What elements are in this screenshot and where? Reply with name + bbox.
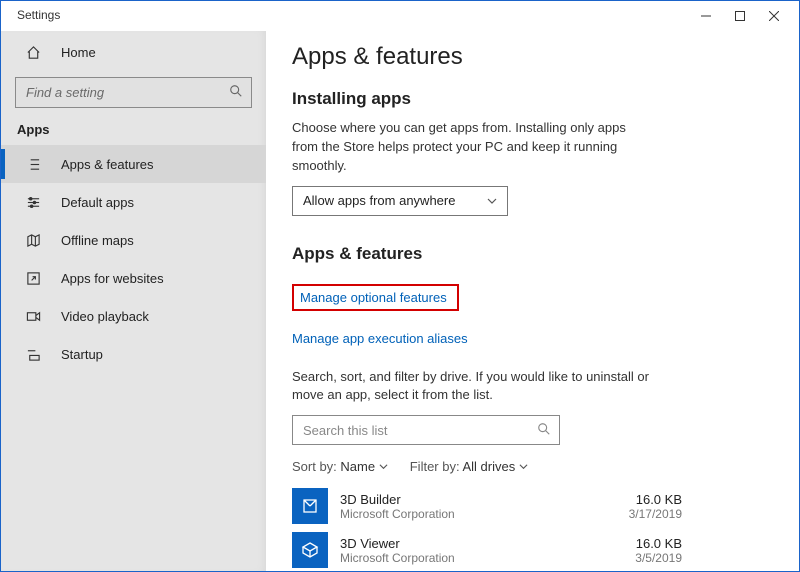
search-icon <box>229 84 243 101</box>
close-button[interactable] <box>757 2 791 30</box>
sidebar-home[interactable]: Home <box>1 33 266 71</box>
sidebar-item-label: Video playback <box>61 309 149 324</box>
open-icon <box>23 271 43 286</box>
sidebar-item-apps-for-websites[interactable]: Apps for websites <box>1 259 266 297</box>
maximize-button[interactable] <box>723 2 757 30</box>
manage-optional-features-link[interactable]: Manage optional features <box>292 284 459 311</box>
video-icon <box>23 309 43 324</box>
app-date: 3/5/2019 <box>635 551 682 565</box>
app-name: 3D Builder <box>340 492 617 507</box>
app-size: 16.0 KB <box>629 492 682 507</box>
titlebar: Settings <box>1 1 799 31</box>
app-size: 16.0 KB <box>635 536 682 551</box>
filter-by-value: All drives <box>462 459 515 474</box>
app-tile-icon <box>292 488 328 524</box>
sidebar-group-heading: Apps <box>1 118 266 145</box>
sidebar-item-label: Apps & features <box>61 157 154 172</box>
search-icon <box>537 422 551 439</box>
sort-by-label: Sort by: <box>292 459 337 474</box>
minimize-button[interactable] <box>689 2 723 30</box>
app-tile-icon <box>292 532 328 568</box>
chevron-down-icon <box>487 194 497 209</box>
map-icon <box>23 233 43 248</box>
installing-apps-desc: Choose where you can get apps from. Inst… <box>292 119 652 176</box>
apps-search[interactable] <box>292 415 560 445</box>
installing-apps-heading: Installing apps <box>292 89 769 109</box>
main-content: Apps & features Installing apps Choose w… <box>266 31 799 571</box>
sidebar-item-offline-maps[interactable]: Offline maps <box>1 221 266 259</box>
sort-by-control[interactable]: Sort by: Name <box>292 459 388 474</box>
app-list-item[interactable]: 3D Builder Microsoft Corporation 16.0 KB… <box>292 484 682 528</box>
app-date: 3/17/2019 <box>629 507 682 521</box>
sidebar-item-video-playback[interactable]: Video playback <box>1 297 266 335</box>
manage-app-aliases-link[interactable]: Manage app execution aliases <box>292 331 468 346</box>
sidebar-item-label: Offline maps <box>61 233 134 248</box>
apps-features-heading: Apps & features <box>292 244 769 264</box>
window-title: Settings <box>17 8 60 22</box>
sidebar-item-default-apps[interactable]: Default apps <box>1 183 266 221</box>
sidebar-home-label: Home <box>61 45 96 60</box>
startup-icon <box>23 347 43 362</box>
filter-by-control[interactable]: Filter by: All drives <box>410 459 528 474</box>
sidebar-item-apps-features[interactable]: Apps & features <box>1 145 266 183</box>
sidebar-item-startup[interactable]: Startup <box>1 335 266 373</box>
app-publisher: Microsoft Corporation <box>340 551 623 565</box>
apps-list-desc: Search, sort, and filter by drive. If yo… <box>292 368 652 406</box>
chevron-down-icon <box>379 459 388 474</box>
home-icon <box>23 45 43 60</box>
sidebar-search[interactable] <box>15 77 252 108</box>
page-title: Apps & features <box>292 43 769 71</box>
app-publisher: Microsoft Corporation <box>340 507 617 521</box>
app-name: 3D Viewer <box>340 536 623 551</box>
list-icon <box>23 157 43 172</box>
install-source-value: Allow apps from anywhere <box>303 193 455 208</box>
filter-by-label: Filter by: <box>410 459 460 474</box>
sidebar-item-label: Startup <box>61 347 103 362</box>
sidebar: Home Apps Apps & features Default apps <box>1 31 266 571</box>
chevron-down-icon <box>519 459 528 474</box>
sort-by-value: Name <box>340 459 375 474</box>
defaults-icon <box>23 195 43 210</box>
apps-search-input[interactable] <box>301 422 537 439</box>
sidebar-search-input[interactable] <box>24 84 229 101</box>
install-source-select[interactable]: Allow apps from anywhere <box>292 186 508 216</box>
sidebar-item-label: Default apps <box>61 195 134 210</box>
app-list-item[interactable]: 3D Viewer Microsoft Corporation 16.0 KB … <box>292 528 682 571</box>
sidebar-item-label: Apps for websites <box>61 271 164 286</box>
